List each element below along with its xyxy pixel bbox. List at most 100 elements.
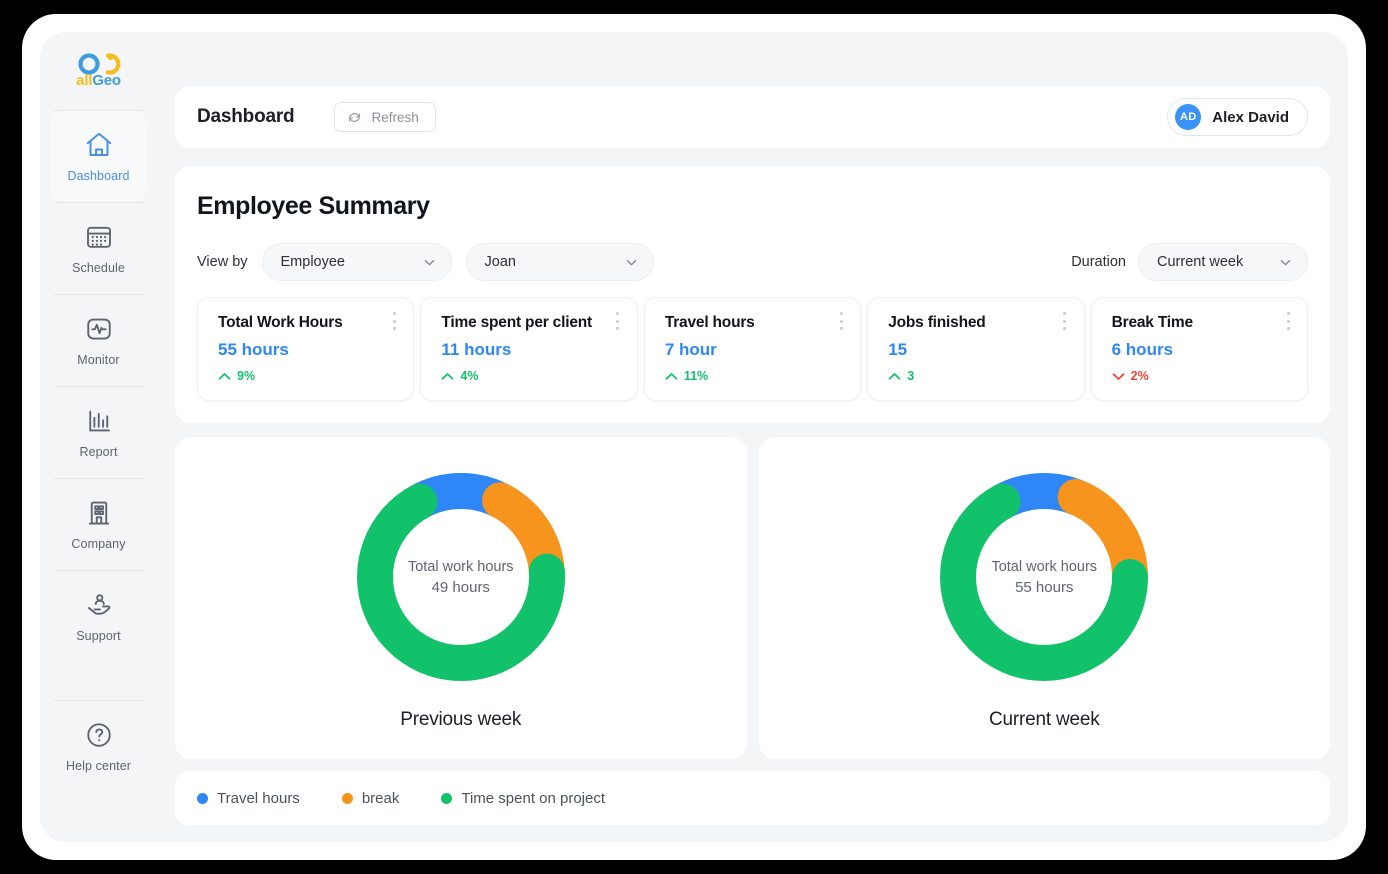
avatar: AD: [1175, 104, 1201, 130]
legend-label: break: [362, 790, 400, 807]
kpi-value: 55 hours: [218, 340, 399, 360]
donut-center-value: 55 hours: [1015, 579, 1073, 596]
page-title: Dashboard: [197, 106, 294, 128]
question-circle-icon: [84, 720, 114, 750]
summary-title: Employee Summary: [197, 192, 1308, 221]
employee-summary-panel: Employee Summary View by Employee Joan D…: [175, 166, 1330, 423]
sidebar: allGeo Dashboard: [40, 32, 157, 842]
legend-color-dot: [342, 793, 353, 804]
building-icon: [84, 498, 114, 528]
refresh-label: Refresh: [371, 110, 418, 125]
kpi-delta-text: 2%: [1131, 369, 1149, 383]
view-by-select[interactable]: Employee: [262, 243, 452, 281]
chart-caption: Current week: [989, 709, 1100, 731]
duration-value: Current week: [1157, 254, 1268, 270]
sidebar-item-company[interactable]: Company: [51, 478, 147, 570]
kpi-delta: 2%: [1112, 369, 1293, 383]
trend-up-icon: [888, 372, 901, 381]
main-content: Dashboard Refresh AD Alex David: [157, 32, 1348, 842]
legend-item[interactable]: Time spent on project: [441, 790, 605, 807]
sidebar-item-help-center[interactable]: Help center: [51, 700, 147, 792]
kpi-title: Time spent per client: [441, 314, 622, 332]
legend-item[interactable]: break: [342, 790, 400, 807]
donut-wrap: Total work hours55 hours: [928, 461, 1160, 693]
brand-logo[interactable]: allGeo: [40, 32, 157, 110]
employee-value: Joan: [485, 254, 614, 270]
kpi-value: 7 hour: [665, 340, 846, 360]
legend-label: Time spent on project: [461, 790, 605, 807]
refresh-icon: [347, 110, 362, 125]
pulse-icon: [84, 314, 114, 344]
sidebar-item-label: Monitor: [77, 353, 119, 367]
sidebar-item-label: Schedule: [72, 261, 125, 275]
kpi-delta-text: 4%: [460, 369, 478, 383]
refresh-button[interactable]: Refresh: [334, 102, 435, 132]
kpi-delta: 11%: [665, 369, 846, 383]
kpi-delta-text: 9%: [237, 369, 255, 383]
view-by-label: View by: [197, 254, 248, 270]
kpi-value: 15: [888, 340, 1069, 360]
kpi-card: Time spent per client11 hours4%: [420, 297, 637, 401]
hand-user-icon: [84, 590, 114, 620]
sidebar-item-label: Support: [76, 629, 120, 643]
kpi-title: Total Work Hours: [218, 314, 399, 332]
trend-up-icon: [218, 372, 231, 381]
kpi-card: Travel hours 7 hour 11%: [644, 297, 861, 401]
kpi-delta-text: 3: [907, 369, 914, 383]
trend-down-icon: [1112, 372, 1125, 381]
sidebar-item-label: Dashboard: [67, 169, 129, 183]
sidebar-item-label: Report: [79, 445, 117, 459]
chart-card: Total work hours55 hours Current week: [759, 437, 1331, 759]
sidebar-item-label: Company: [71, 537, 125, 551]
kpi-delta-text: 11%: [684, 369, 708, 383]
donut-center: Total work hours55 hours: [928, 461, 1160, 693]
chevron-down-icon: [624, 255, 639, 270]
kpi-card: Break Time 6 hours 2%: [1091, 297, 1308, 401]
legend-item[interactable]: Travel hours: [197, 790, 300, 807]
user-profile-chip[interactable]: AD Alex David: [1167, 98, 1308, 136]
kpi-title: Jobs finished: [888, 314, 1069, 332]
app-window: allGeo Dashboard: [22, 14, 1366, 860]
donut-wrap: Total work hours49 hours: [345, 461, 577, 693]
app-canvas: allGeo Dashboard: [40, 32, 1348, 842]
donut-center: Total work hours49 hours: [345, 461, 577, 693]
kpi-value: 6 hours: [1112, 340, 1293, 360]
duration-group: Duration Current week: [1071, 243, 1308, 281]
brand-name: allGeo: [76, 72, 121, 89]
sidebar-item-support[interactable]: Support: [51, 570, 147, 662]
kpi-delta: 3: [888, 369, 1069, 383]
duration-select[interactable]: Current week: [1138, 243, 1308, 281]
trend-up-icon: [665, 372, 678, 381]
kpi-menu-button[interactable]: [387, 312, 401, 330]
sidebar-item-monitor[interactable]: Monitor: [51, 294, 147, 386]
sidebar-item-label: Help center: [66, 759, 131, 773]
sidebar-item-schedule[interactable]: Schedule: [51, 202, 147, 294]
user-name: Alex David: [1212, 109, 1289, 126]
chevron-down-icon: [422, 255, 437, 270]
chart-caption: Previous week: [400, 709, 521, 731]
kpi-menu-button[interactable]: [1281, 312, 1295, 330]
kpi-title: Break Time: [1112, 314, 1293, 332]
legend-color-dot: [441, 793, 452, 804]
chart-card: Total work hours49 hours Previous week: [175, 437, 747, 759]
kpi-card: Total Work Hours 55 hours 9%: [197, 297, 414, 401]
kpi-menu-button[interactable]: [1058, 312, 1072, 330]
legend-color-dot: [197, 793, 208, 804]
kpi-card: Jobs finished 15 3: [867, 297, 1084, 401]
kpi-menu-button[interactable]: [611, 312, 625, 330]
kpi-menu-button[interactable]: [834, 312, 848, 330]
home-icon: [84, 130, 114, 160]
chevron-down-icon: [1278, 255, 1293, 270]
employee-select[interactable]: Joan: [466, 243, 654, 281]
filter-row: View by Employee Joan Duration Current w…: [197, 243, 1308, 281]
view-by-value: Employee: [281, 254, 412, 270]
bar-chart-icon: [84, 406, 114, 436]
sidebar-item-report[interactable]: Report: [51, 386, 147, 478]
kpi-delta: 4%: [441, 369, 622, 383]
kpi-title: Travel hours: [665, 314, 846, 332]
legend-label: Travel hours: [217, 790, 300, 807]
trend-up-icon: [441, 372, 454, 381]
charts-row: Total work hours49 hoursPrevious weekTot…: [175, 437, 1330, 759]
sidebar-item-dashboard[interactable]: Dashboard: [51, 110, 147, 202]
calendar-icon: [84, 222, 114, 252]
